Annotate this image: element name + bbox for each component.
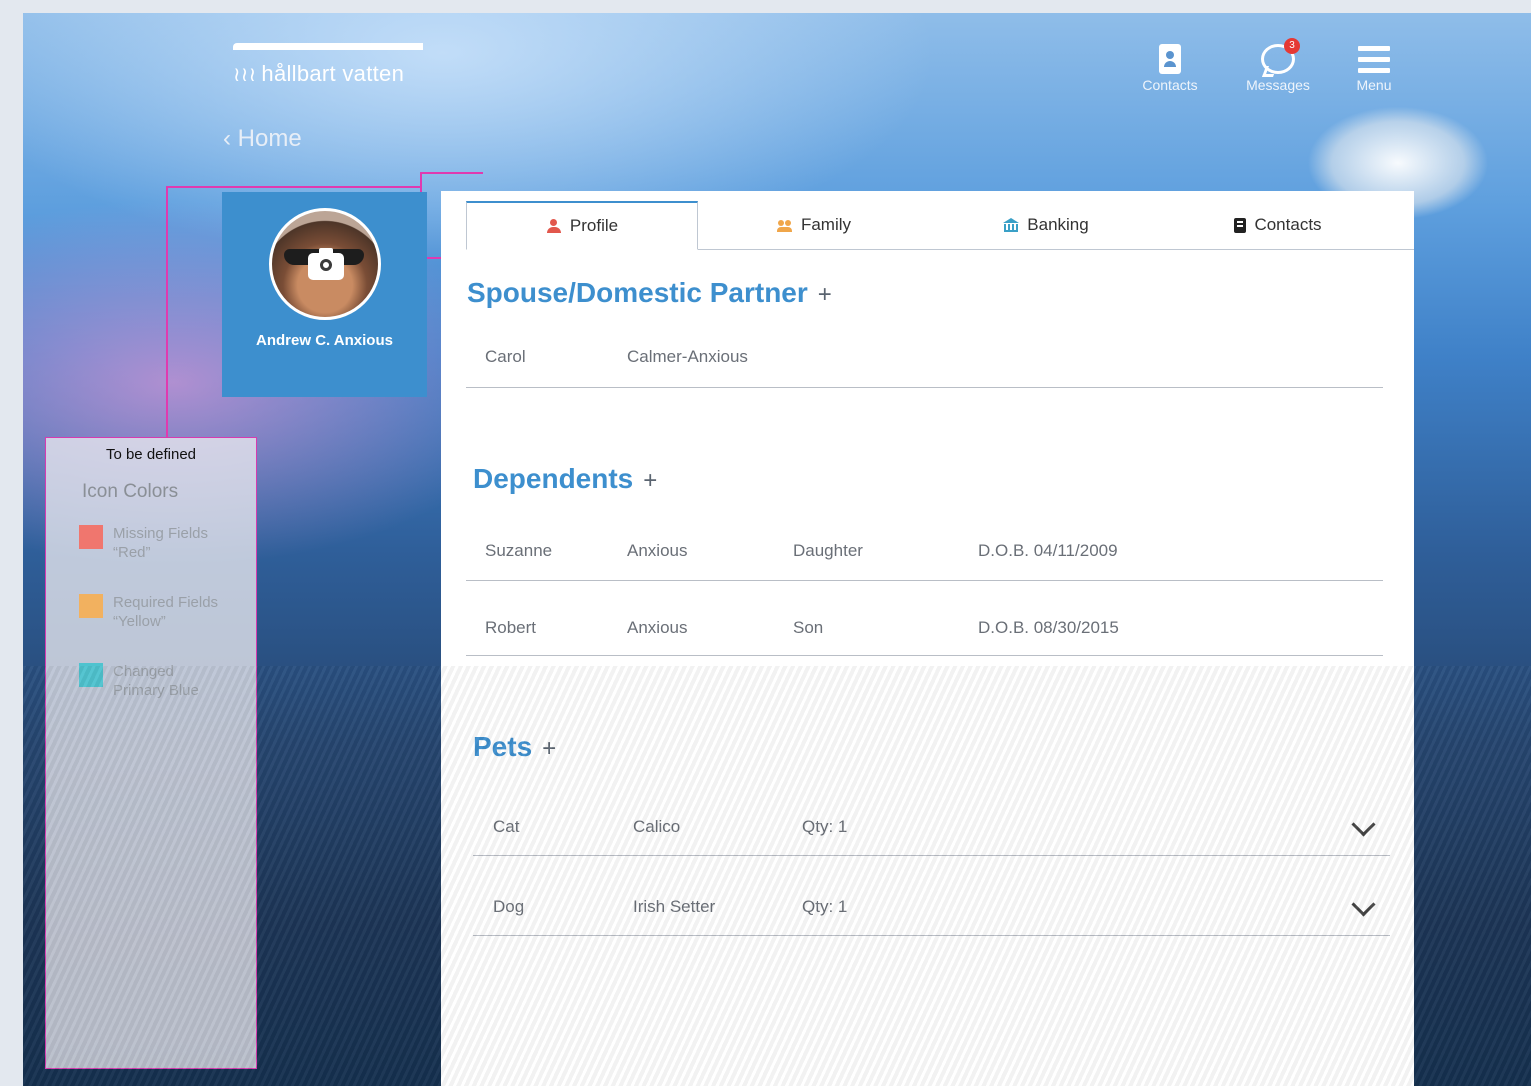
tab-profile[interactable]: Profile [466,201,698,250]
camera-icon [308,248,344,280]
family-icon [776,218,793,232]
brand-logo[interactable]: ≀≀≀ hållbart vatten [233,43,423,93]
pet-row[interactable]: Cat Calico Qty: 1 [473,808,1390,856]
legend-note: To be defined [105,446,197,463]
family-panel: Profile Family Banking Contacts Spouse/D… [441,191,1414,1086]
bank-icon [1003,218,1020,232]
avatar[interactable] [269,208,381,320]
legend-item: Missing Fields “Red” [79,524,208,562]
address-book-icon [1234,217,1247,233]
contact-card-icon [1159,44,1181,74]
chevron-down-icon[interactable] [1351,892,1376,917]
logo-bar [233,43,423,50]
color-swatch [79,525,103,549]
annotation-line [166,186,168,438]
tab-family[interactable]: Family [698,201,930,249]
add-spouse-button[interactable]: + [818,281,832,308]
nav-contacts-label: Contacts [1142,77,1198,93]
pet-row[interactable]: Dog Irish Setter Qty: 1 [473,888,1390,936]
color-swatch [79,594,103,618]
pets-section-title: Pets + [473,731,557,762]
hamburger-menu-icon [1358,45,1390,73]
dependent-row[interactable]: Suzanne Anxious Daughter D.O.B. 04/11/20… [466,531,1383,581]
spouse-section-title: Spouse/Domestic Partner + [467,277,832,308]
profile-card: Andrew C. Anxious [222,192,427,397]
annotation-line [166,186,420,188]
legend-item: Required Fields “Yellow” [79,593,218,631]
dependents-section-title: Dependents + [473,463,658,494]
messages-badge: 3 [1284,38,1300,54]
nav-menu-label: Menu [1356,77,1392,93]
dependent-row[interactable]: Robert Anxious Son D.O.B. 08/30/2015 [466,610,1383,656]
app-background: ≀≀≀ hållbart vatten Contacts 3 Messages M… [23,13,1531,1086]
home-label: Home [237,125,302,152]
back-home-link[interactable]: ‹ Home [223,125,302,153]
chevron-left-icon: ‹ [223,125,231,152]
add-pet-button[interactable]: + [542,735,556,762]
nav-menu[interactable]: Menu [1353,41,1395,93]
legend-item: Changed Primary Blue [79,662,199,700]
icon-colors-legend: To be defined Icon Colors Missing Fields… [45,437,257,1069]
nav-messages[interactable]: 3 Messages [1243,38,1313,93]
legend-title: Icon Colors [82,481,179,502]
chevron-down-icon[interactable] [1351,812,1376,837]
tab-bar: Profile Family Banking Contacts [466,201,1414,250]
person-icon [546,219,562,233]
spouse-row[interactable]: Carol Calmer-Anxious [466,339,1383,388]
tab-contacts[interactable]: Contacts [1162,201,1394,249]
logo-text: hållbart vatten [261,61,405,86]
nav-messages-label: Messages [1246,77,1310,93]
annotation-bracket [420,172,483,174]
profile-name: Andrew C. Anxious [256,332,393,349]
color-swatch [79,663,103,687]
tab-banking[interactable]: Banking [930,201,1162,249]
chat-bubble-icon: 3 [1261,38,1300,74]
nav-contacts[interactable]: Contacts [1140,41,1200,93]
add-dependent-button[interactable]: + [643,467,657,494]
water-waves-icon: ≀≀≀ [233,64,257,86]
